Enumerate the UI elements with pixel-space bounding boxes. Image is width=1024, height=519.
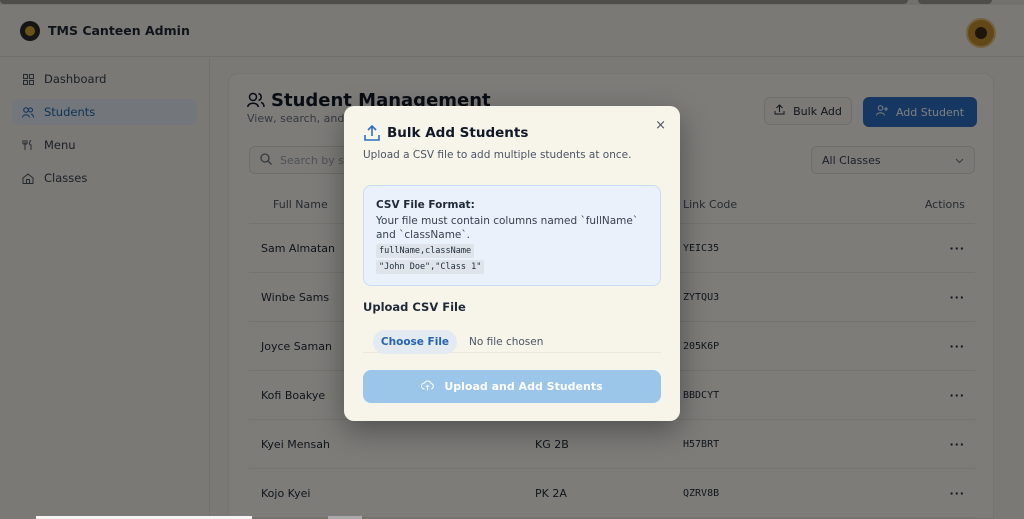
upload-csv-label: Upload CSV File	[363, 300, 466, 314]
close-icon[interactable]: ×	[655, 118, 666, 133]
bulk-add-dialog: Bulk Add Students × Upload a CSV file to…	[344, 106, 680, 421]
upload-submit-button[interactable]: Upload and Add Students	[363, 370, 661, 403]
csv-example-header: fullName,className	[376, 244, 475, 258]
csv-format-info: CSV File Format: Your file must contain …	[363, 185, 661, 286]
dialog-title: Bulk Add Students	[387, 125, 529, 141]
file-status: No file chosen	[469, 336, 544, 348]
upload-submit-label: Upload and Add Students	[444, 380, 603, 393]
csv-example-row: "John Doe","Class 1"	[376, 260, 485, 274]
app-root: TMS Canteen Admin Dashboard Students Men…	[0, 0, 1024, 519]
csv-format-description: Your file must contain columns named `fu…	[376, 215, 639, 241]
cloud-upload-icon	[421, 380, 435, 394]
upload-icon	[363, 124, 381, 142]
choose-file-button[interactable]: Choose File	[373, 330, 457, 354]
dialog-description: Upload a CSV file to add multiple studen…	[363, 149, 632, 161]
csv-format-title: CSV File Format:	[376, 199, 475, 211]
file-input[interactable]: Choose File No file chosen	[363, 327, 661, 354]
